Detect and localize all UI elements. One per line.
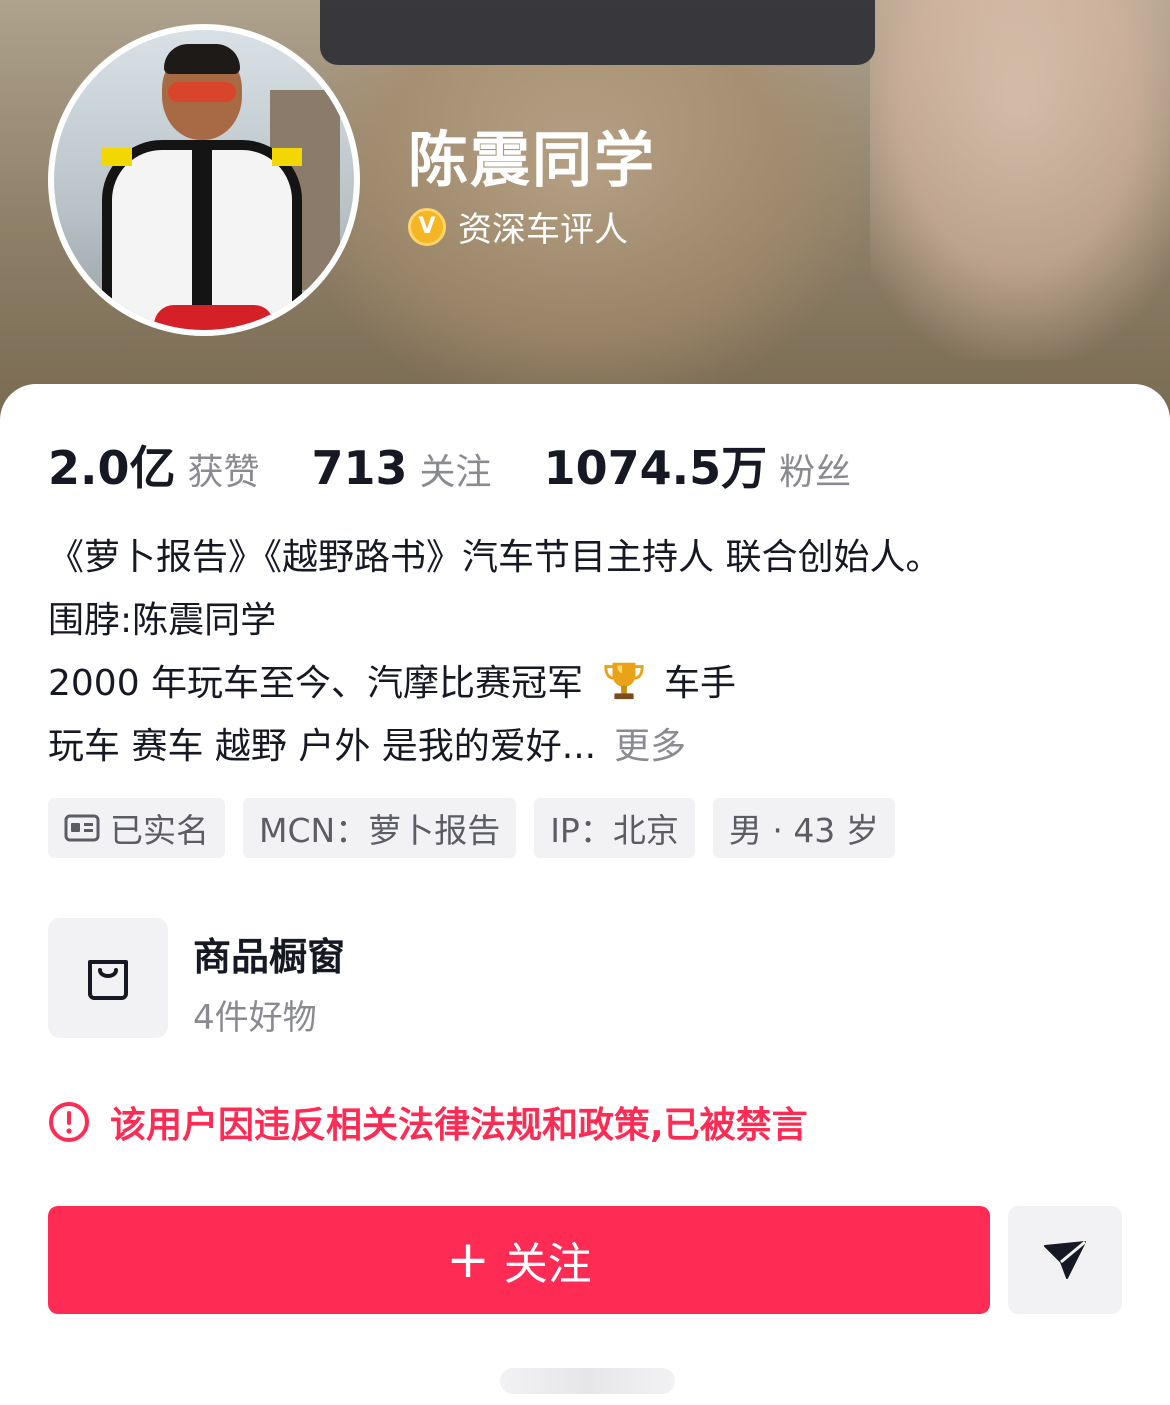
shop-subtitle: 4件好物 — [193, 998, 317, 1038]
shop-title: 商品橱窗 — [193, 935, 346, 979]
tag-realname[interactable]: 已实名 — [48, 798, 225, 858]
avatar[interactable] — [48, 24, 360, 336]
id-card-icon — [64, 814, 100, 842]
tag-gender-age: 男 · 43 岁 — [712, 798, 895, 858]
verified-icon: V — [408, 207, 446, 246]
send-icon — [1044, 1240, 1086, 1279]
tag-label: 男 · 43 岁 — [728, 811, 879, 850]
ban-warning: 该用户因违反相关法律法规和政策,已被禁言 — [48, 1096, 808, 1148]
bio-text: 车手 — [663, 663, 736, 704]
bio-line: 围脖:陈震同学 — [48, 600, 277, 641]
stat-value: 713 — [311, 441, 408, 495]
alert-circle-icon — [49, 1102, 89, 1142]
shopping-bag-icon — [48, 918, 168, 1038]
stat-followers[interactable]: 1074.5万 粉丝 — [544, 432, 852, 498]
share-button[interactable] — [1008, 1206, 1122, 1314]
bio-text: 玩车 赛车 越野 户外 是我的爱好... — [48, 726, 597, 767]
profile-name: 陈震同学 — [408, 126, 656, 196]
tag-label: IP：北京 — [550, 811, 679, 850]
tag-ip: IP：北京 — [534, 798, 695, 858]
stat-value: 2.0亿 — [48, 441, 176, 495]
bio: 《萝卜报告》《越野路书》汽车节目主持人 联合创始人。 围脖:陈震同学 2000 … — [48, 526, 1138, 778]
trophy-icon — [603, 662, 644, 700]
stat-label: 关注 — [419, 452, 492, 493]
profile-tags: 已实名 MCN：萝卜报告 IP：北京 男 · 43 岁 — [48, 798, 895, 858]
stat-likes[interactable]: 2.0亿 获赞 — [48, 432, 260, 498]
tag-label: 已实名 — [110, 811, 209, 850]
follow-button[interactable]: + 关注 — [48, 1206, 990, 1314]
stat-label: 粉丝 — [779, 452, 852, 493]
stat-following[interactable]: 713 关注 — [312, 441, 492, 495]
warning-text: 该用户因违反相关法律法规和政策,已被禁言 — [110, 1105, 808, 1146]
verification-label: 资深车评人 — [458, 210, 628, 250]
loading-placeholder — [500, 1368, 675, 1394]
bio-more-link[interactable]: 更多 — [614, 726, 686, 767]
bio-text: 2000 年玩车至今、汽摩比赛冠军 — [48, 663, 584, 704]
bio-line: 玩车 赛车 越野 户外 是我的爱好... 更多 — [48, 715, 1138, 778]
tag-label: MCN：萝卜报告 — [259, 811, 501, 850]
tag-mcn[interactable]: MCN：萝卜报告 — [243, 798, 517, 858]
verification-badge[interactable]: V 资深车评人 — [408, 202, 628, 251]
follow-label: 关注 — [503, 1239, 592, 1290]
bio-line: 2000 年玩车至今、汽摩比赛冠军 车手 — [48, 652, 1138, 715]
stat-value: 1074.5万 — [543, 441, 768, 495]
profile-card: 2.0亿 获赞 713 关注 1074.5万 粉丝 《萝卜报告》《越野路书》汽车… — [0, 384, 1170, 1405]
avatar-photo — [54, 30, 354, 330]
plus-icon: + — [446, 1230, 490, 1290]
stats-row: 2.0亿 获赞 713 关注 1074.5万 粉丝 — [48, 432, 903, 498]
stat-label: 获赞 — [187, 452, 260, 493]
bio-line: 《萝卜报告》《越野路书》汽车节目主持人 联合创始人。 — [48, 537, 942, 578]
shop-window[interactable]: 商品橱窗 4件好物 — [48, 918, 648, 1038]
